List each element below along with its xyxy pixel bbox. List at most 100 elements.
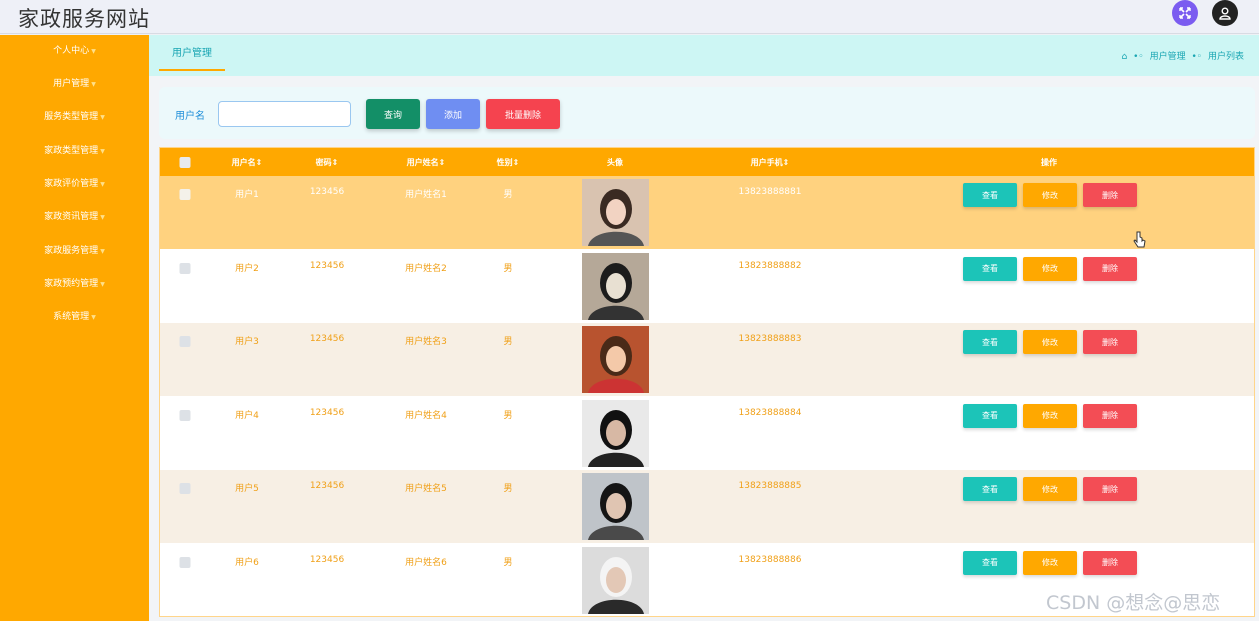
sidebar-item-user-management[interactable]: 用户管理 ▼ <box>0 74 149 94</box>
table-header: 用户名⇕ 密码⇕ 用户姓名⇕ 性别⇕ 头像 用户手机⇕ 操作 <box>160 148 1254 176</box>
breadcrumb-separator-icon: •◦ <box>1133 52 1144 62</box>
avatar <box>582 252 649 320</box>
column-header-avatar: 头像 <box>607 158 623 167</box>
search-button[interactable]: 查询 <box>366 99 420 129</box>
batch-delete-button[interactable]: 批量删除 <box>486 99 560 129</box>
column-header-actions: 操作 <box>1041 158 1057 167</box>
home-icon[interactable]: ⌂ <box>1122 52 1128 62</box>
breadcrumb-item-user-management[interactable]: 用户管理 <box>1150 52 1186 62</box>
tab-bar: 用户管理 ⌂ •◦ 用户管理 •◦ 用户列表 <box>149 35 1259 76</box>
avatar <box>582 179 649 246</box>
cell-name: 用户姓名5 <box>405 484 447 494</box>
top-header: 家政服务网站 <box>0 0 1259 34</box>
caret-down-icon: ▼ <box>100 214 105 221</box>
column-header-name[interactable]: 用户姓名⇕ <box>407 157 446 168</box>
sidebar-item-personal-center[interactable]: 个人中心 ▼ <box>0 41 149 61</box>
watermark: CSDN @想念@思恋 <box>1046 592 1221 614</box>
table-row: 用户3 123456 用户姓名3 男 13823888883 查看 修改 删除 <box>160 323 1254 396</box>
sort-icon: ⇕ <box>512 158 520 167</box>
row-checkbox[interactable] <box>179 262 191 274</box>
main-content: 用户管理 ⌂ •◦ 用户管理 •◦ 用户列表 用户名 查询 添加 批量删除 用户… <box>149 35 1259 621</box>
search-input[interactable] <box>218 101 351 127</box>
table-row: 用户1 123456 用户姓名1 男 13823888881 查看 修改 删除 <box>160 176 1254 249</box>
cell-password: 123456 <box>309 260 345 271</box>
view-button[interactable]: 查看 <box>963 256 1017 281</box>
avatar <box>582 546 649 614</box>
search-label: 用户名 <box>175 111 205 122</box>
delete-button[interactable]: 删除 <box>1083 330 1137 354</box>
delete-button[interactable]: 删除 <box>1083 550 1137 575</box>
cell-username: 用户6 <box>235 557 259 568</box>
cell-password: 123456 <box>309 481 345 491</box>
caret-down-icon: ▼ <box>100 114 105 121</box>
cell-gender: 男 <box>503 410 513 421</box>
cell-gender: 男 <box>503 337 513 347</box>
sidebar-item-news[interactable]: 家政资讯管理 ▼ <box>0 207 149 227</box>
sidebar-item-booking[interactable]: 家政预约管理 ▼ <box>0 274 149 294</box>
column-header-username[interactable]: 用户名⇕ <box>232 157 263 168</box>
column-header-gender[interactable]: 性别⇕ <box>497 157 520 168</box>
delete-button[interactable]: 删除 <box>1083 256 1137 281</box>
view-button[interactable]: 查看 <box>963 403 1017 428</box>
sidebar-item-service-type[interactable]: 服务类型管理 ▼ <box>0 107 149 127</box>
edit-button[interactable]: 修改 <box>1023 330 1077 354</box>
cell-username: 用户4 <box>235 410 259 421</box>
cell-username: 用户1 <box>235 190 259 200</box>
cell-password: 123456 <box>309 334 345 344</box>
cell-name: 用户姓名2 <box>405 263 447 274</box>
sidebar-item-evaluation[interactable]: 家政评价管理 ▼ <box>0 174 149 194</box>
row-checkbox[interactable] <box>179 409 191 421</box>
cell-phone: 13823888886 <box>738 554 802 565</box>
expand-icon[interactable] <box>1172 0 1198 26</box>
cell-username: 用户5 <box>235 484 259 494</box>
view-button[interactable]: 查看 <box>963 550 1017 575</box>
edit-button[interactable]: 修改 <box>1023 183 1077 207</box>
sort-icon: ⇕ <box>782 158 790 167</box>
tab-user-management[interactable]: 用户管理 <box>159 45 225 71</box>
table-row: 用户4 123456 用户姓名4 男 13823888884 查看 修改 删除 <box>160 396 1254 470</box>
cell-gender: 男 <box>503 557 513 568</box>
site-title: 家政服务网站 <box>18 7 150 31</box>
cell-name: 用户姓名6 <box>405 557 447 568</box>
breadcrumb-item-user-list: 用户列表 <box>1207 52 1244 62</box>
cell-phone: 13823888881 <box>738 187 802 197</box>
cell-username: 用户3 <box>235 337 259 347</box>
cell-gender: 男 <box>503 190 513 200</box>
edit-button[interactable]: 修改 <box>1023 550 1077 575</box>
avatar <box>582 326 649 393</box>
sidebar-item-service[interactable]: 家政服务管理 ▼ <box>0 241 149 261</box>
caret-down-icon: ▼ <box>91 314 96 321</box>
avatar <box>582 473 649 540</box>
sort-icon: ⇕ <box>331 158 339 167</box>
cell-phone: 13823888884 <box>738 407 802 418</box>
column-header-phone[interactable]: 用户手机⇕ <box>751 157 790 168</box>
row-checkbox[interactable] <box>179 556 191 568</box>
user-icon[interactable] <box>1212 0 1238 26</box>
view-button[interactable]: 查看 <box>963 330 1017 354</box>
caret-down-icon: ▼ <box>100 248 105 255</box>
view-button[interactable]: 查看 <box>963 477 1017 501</box>
sidebar: 个人中心 ▼ 用户管理 ▼ 服务类型管理 ▼ 家政类型管理 ▼ 家政评价管理 ▼ 家政资讯… <box>0 35 149 621</box>
cell-password: 123456 <box>309 407 345 418</box>
breadcrumb: ⌂ •◦ 用户管理 •◦ 用户列表 <box>1119 49 1245 62</box>
breadcrumb-separator-icon: •◦ <box>1191 52 1203 62</box>
caret-down-icon: ▼ <box>91 48 96 55</box>
delete-button[interactable]: 删除 <box>1083 477 1137 501</box>
row-checkbox[interactable] <box>179 483 191 494</box>
add-button[interactable]: 添加 <box>426 99 480 129</box>
edit-button[interactable]: 修改 <box>1023 477 1077 501</box>
row-checkbox[interactable] <box>179 189 191 200</box>
view-button[interactable]: 查看 <box>963 183 1017 207</box>
cell-name: 用户姓名1 <box>405 190 447 200</box>
sidebar-item-system[interactable]: 系统管理 ▼ <box>0 307 149 327</box>
sidebar-item-housekeeping-type[interactable]: 家政类型管理 ▼ <box>0 141 149 161</box>
delete-button[interactable]: 删除 <box>1083 183 1137 207</box>
edit-button[interactable]: 修改 <box>1023 403 1077 428</box>
select-all-checkbox[interactable] <box>179 157 191 168</box>
cell-phone: 13823888885 <box>738 481 802 491</box>
column-header-password[interactable]: 密码⇕ <box>316 157 339 168</box>
delete-button[interactable]: 删除 <box>1083 403 1137 428</box>
row-checkbox[interactable] <box>179 336 191 347</box>
edit-button[interactable]: 修改 <box>1023 256 1077 281</box>
cell-password: 123456 <box>309 187 345 197</box>
